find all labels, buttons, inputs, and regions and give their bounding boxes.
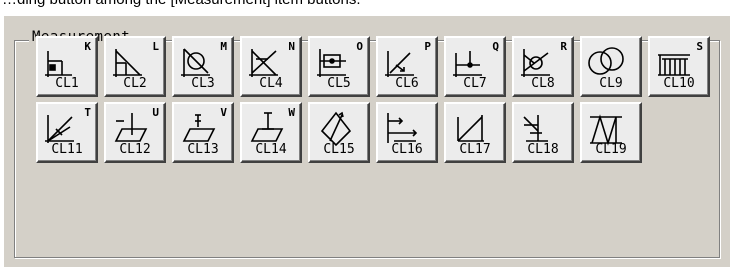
measurement-button-cl12[interactable]: U CL12 bbox=[104, 102, 166, 163]
measurement-button-cl10[interactable]: S CL10 bbox=[648, 36, 710, 97]
measurement-button-cl19[interactable]: CL19 bbox=[580, 102, 642, 163]
button-label: CL8 bbox=[531, 76, 555, 91]
measurement-button-cl11[interactable]: T CL11 bbox=[36, 102, 98, 163]
corner-letter: N bbox=[288, 40, 295, 53]
corner-letter: T bbox=[84, 106, 91, 119]
cl16-icon bbox=[387, 113, 418, 143]
corner-letter: V bbox=[220, 106, 227, 119]
button-label: CL1 bbox=[55, 76, 79, 91]
measurement-button-cl5[interactable]: O CL5 bbox=[308, 36, 370, 97]
measurement-button-cl16[interactable]: CL16 bbox=[376, 102, 438, 163]
measurement-button-cl4[interactable]: N CL4 bbox=[240, 36, 302, 97]
corner-letter: S bbox=[696, 40, 703, 53]
measurement-button-cl15[interactable]: CL15 bbox=[308, 102, 370, 163]
button-label: CL12 bbox=[119, 142, 151, 157]
measurement-button-cl9[interactable]: CL9 bbox=[580, 36, 642, 97]
button-label: CL11 bbox=[51, 142, 83, 157]
button-label: CL19 bbox=[595, 142, 627, 157]
button-label: CL18 bbox=[527, 142, 559, 157]
cl9-icon bbox=[588, 47, 624, 75]
measurement-button-cl3[interactable]: M CL3 bbox=[172, 36, 234, 97]
button-label: CL5 bbox=[327, 76, 351, 91]
button-label: CL14 bbox=[255, 142, 287, 157]
cl15-icon bbox=[320, 111, 352, 147]
cl17-icon bbox=[457, 115, 484, 142]
corner-letter: W bbox=[288, 106, 295, 119]
measurement-button-cl18[interactable]: CL18 bbox=[512, 102, 574, 163]
measurement-button-cl13[interactable]: V CL13 bbox=[172, 102, 234, 163]
button-label: CL3 bbox=[191, 76, 215, 91]
corner-letter: P bbox=[424, 40, 431, 53]
measurement-button-cl8[interactable]: R CL8 bbox=[512, 36, 574, 97]
button-label: CL9 bbox=[599, 76, 623, 91]
caption-text: …ding button among the [Measurement] ite… bbox=[2, 0, 361, 8]
button-label: CL17 bbox=[459, 142, 491, 157]
measurement-button-cl17[interactable]: CL17 bbox=[444, 102, 506, 163]
measurement-button-cl6[interactable]: P CL6 bbox=[376, 36, 438, 97]
measurement-button-cl1[interactable]: K CL1 bbox=[36, 36, 98, 97]
button-label: CL7 bbox=[463, 76, 487, 91]
button-label: CL2 bbox=[123, 76, 147, 91]
button-label: CL10 bbox=[663, 76, 695, 91]
corner-letter: K bbox=[84, 40, 91, 53]
button-label: CL4 bbox=[259, 76, 283, 91]
button-label: CL16 bbox=[391, 142, 423, 157]
button-label: CL6 bbox=[395, 76, 419, 91]
measurement-button-cl7[interactable]: Q CL7 bbox=[444, 36, 506, 97]
corner-letter: M bbox=[220, 40, 227, 53]
corner-letter: O bbox=[356, 40, 363, 53]
measurement-button-cl14[interactable]: W CL14 bbox=[240, 102, 302, 163]
corner-letter: R bbox=[560, 40, 567, 53]
button-label: CL15 bbox=[323, 142, 355, 157]
cl18-icon bbox=[523, 115, 548, 142]
measurement-button-cl2[interactable]: L CL2 bbox=[104, 36, 166, 97]
cl19-icon bbox=[590, 114, 622, 146]
button-label: CL13 bbox=[187, 142, 219, 157]
corner-letter: U bbox=[152, 106, 159, 119]
corner-letter: L bbox=[152, 40, 159, 53]
corner-letter: Q bbox=[492, 40, 499, 53]
